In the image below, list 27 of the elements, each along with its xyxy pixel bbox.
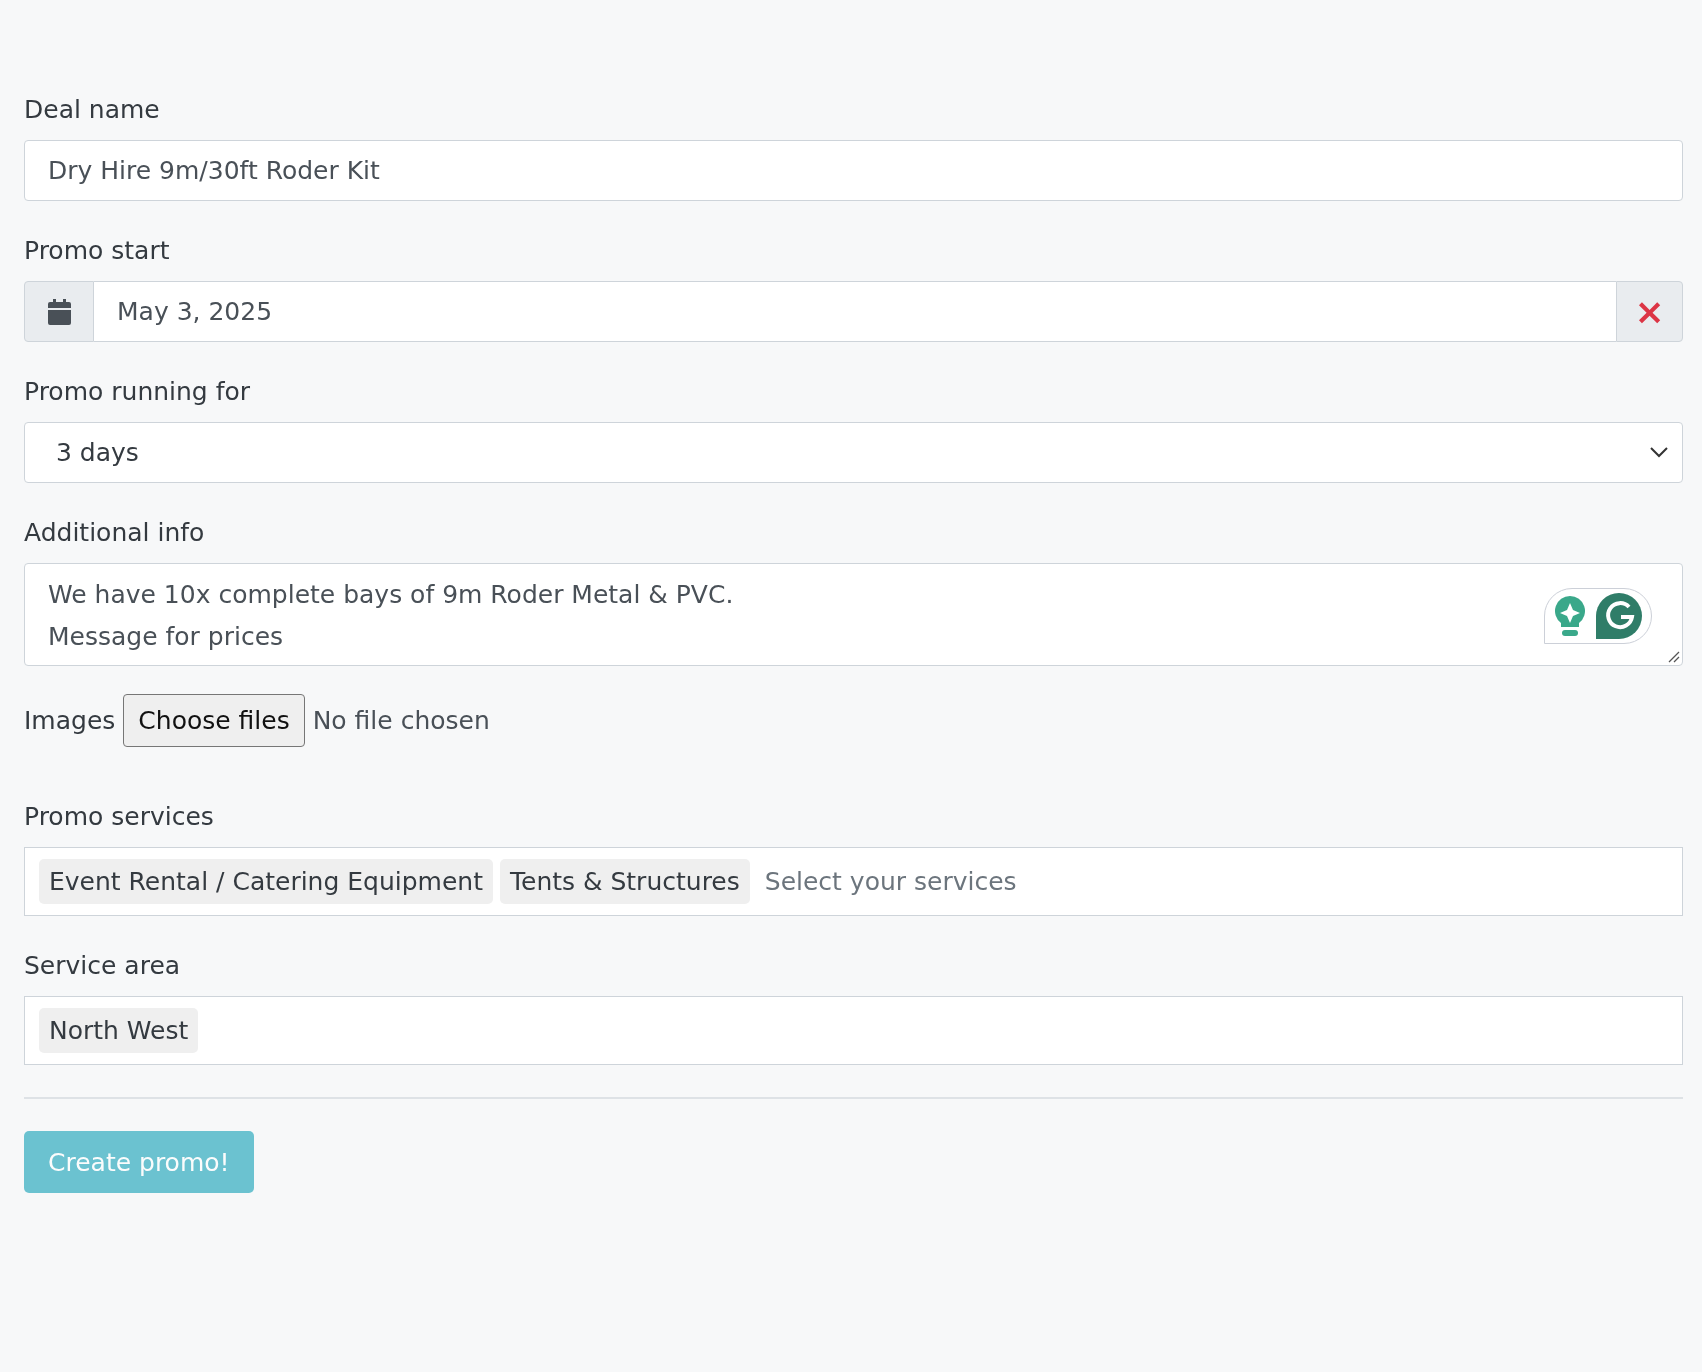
selected-tag[interactable]: Event Rental / Catering Equipment bbox=[39, 859, 493, 904]
choose-files-button[interactable]: Choose files bbox=[123, 694, 305, 747]
chevron-down-icon bbox=[1650, 447, 1668, 458]
field-label: Images bbox=[24, 706, 116, 735]
grammar-widget[interactable] bbox=[1544, 588, 1652, 644]
date-field[interactable]: May 3, 2025 bbox=[94, 281, 1616, 342]
multi-select[interactable]: North West bbox=[24, 996, 1683, 1065]
calendar-icon bbox=[47, 298, 71, 325]
file-status: No file chosen bbox=[312, 706, 490, 735]
field-label: Additional info bbox=[24, 517, 206, 549]
field-label: Promo start bbox=[24, 235, 171, 267]
grammar-logo-icon bbox=[1596, 593, 1642, 639]
placeholder: Select your services bbox=[764, 867, 1017, 896]
text-area[interactable]: We have 10x complete bays of 9m Roder Metal & PVC. Message for prices bbox=[24, 563, 1683, 666]
field-label: Promo services bbox=[24, 801, 215, 833]
field-label: Deal name bbox=[24, 94, 161, 126]
multi-select[interactable]: Event Rental / Catering Equipment Tents & Structures Select your services bbox=[24, 847, 1683, 916]
selected-tag[interactable]: Tents & Structures bbox=[500, 859, 750, 904]
calendar-button[interactable] bbox=[24, 281, 94, 342]
field-label: Promo running for bbox=[24, 376, 252, 408]
field-label: Service area bbox=[24, 950, 182, 982]
duration-select[interactable]: 3 days bbox=[24, 422, 1683, 483]
resize-handle-icon[interactable] bbox=[1668, 651, 1680, 663]
selected-tag[interactable]: North West bbox=[39, 1008, 199, 1053]
text-field[interactable]: Dry Hire 9m/30ft Roder Kit bbox=[24, 140, 1683, 201]
lightbulb-icon bbox=[1554, 595, 1586, 637]
clear-button[interactable]: × bbox=[1616, 281, 1683, 342]
